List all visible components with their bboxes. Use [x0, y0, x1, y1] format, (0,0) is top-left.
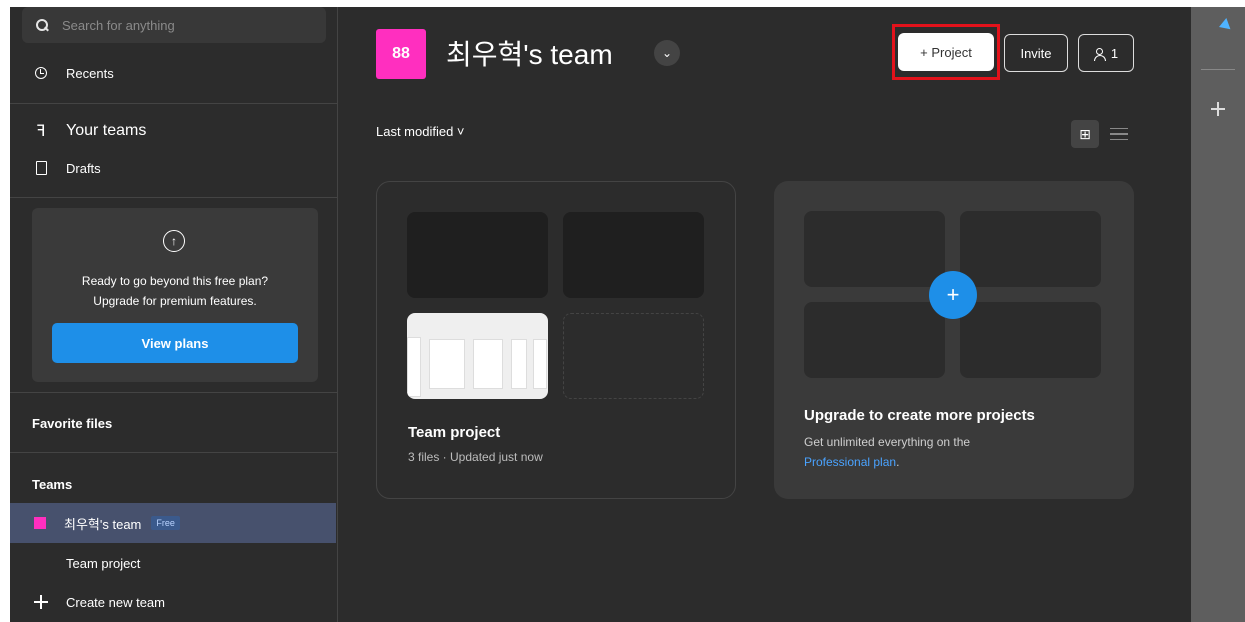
plus-icon — [34, 595, 48, 609]
sidebar-item-your-teams[interactable]: ꟻ Your teams — [32, 119, 146, 143]
file-thumbnail — [563, 212, 704, 298]
sidebar-item-team-project[interactable]: Team project — [66, 551, 140, 575]
project-meta: 3 files · Updated just now — [408, 450, 543, 464]
page-title: 최우혁's team — [446, 39, 613, 70]
divider — [10, 197, 338, 198]
clock-icon — [35, 67, 47, 79]
professional-plan-link[interactable]: Professional plan — [804, 455, 896, 469]
new-project-button[interactable]: + Project — [898, 33, 994, 71]
figma-icon: ꟻ — [36, 123, 46, 140]
team-color-swatch — [34, 517, 46, 529]
plan-badge: Free — [151, 516, 180, 530]
search-icon — [36, 19, 48, 31]
placeholder-tile — [804, 302, 945, 378]
placeholder-tile — [804, 211, 945, 287]
team-avatar: 88 — [376, 29, 426, 79]
upgrade-project-card[interactable]: + Upgrade to create more projects Get un… — [774, 181, 1134, 499]
upgrade-text: Ready to go beyond this free plan? Upgra… — [32, 271, 318, 311]
plus-icon[interactable] — [1211, 102, 1225, 116]
upgrade-card-line: Get unlimited everything on the — [804, 435, 971, 449]
upgrade-line-1: Ready to go beyond this free plan? — [81, 274, 269, 288]
view-plans-button[interactable]: View plans — [52, 323, 298, 363]
search-input[interactable] — [62, 17, 302, 33]
app-window: Recents ꟻ Your teams Drafts ↑ Ready to g… — [10, 7, 1245, 622]
members-count: 1 — [1110, 45, 1119, 61]
search-bar[interactable] — [22, 7, 326, 43]
person-icon — [1093, 47, 1106, 61]
sidebar-item-drafts[interactable]: Drafts — [32, 156, 101, 180]
empty-slot — [563, 313, 704, 399]
add-project-icon[interactable]: + — [929, 271, 977, 319]
favorite-files-heading[interactable]: Favorite files — [32, 416, 112, 431]
right-rail — [1191, 7, 1245, 622]
divider — [10, 103, 338, 104]
file-thumbnail — [407, 212, 548, 298]
sidebar-item-recents[interactable]: Recents — [32, 61, 114, 85]
placeholder-tile — [960, 302, 1101, 378]
sidebar-item-label: Drafts — [66, 160, 101, 176]
placeholder-tile — [960, 211, 1101, 287]
project-name: Team project — [408, 424, 501, 441]
sidebar-item-team[interactable]: 최우혁's team Free — [10, 503, 336, 543]
divider — [1201, 69, 1235, 70]
sidebar-item-label: Create new team — [66, 594, 165, 610]
arrow-up-circle-icon: ↑ — [163, 230, 185, 252]
teams-heading: Teams — [32, 477, 73, 492]
file-thumbnail-preview — [407, 313, 548, 399]
sidebar-item-create-team[interactable]: Create new team — [32, 590, 165, 614]
project-card[interactable]: Team project 3 files · Updated just now — [376, 181, 736, 499]
upgrade-line-2: Upgrade for premium features. — [93, 294, 257, 308]
send-icon[interactable] — [1207, 17, 1231, 37]
upgrade-card: ↑ Ready to go beyond this free plan? Upg… — [32, 208, 318, 382]
chevron-down-icon[interactable]: ⌄ — [654, 40, 680, 66]
sort-dropdown[interactable]: Last modified ˅ — [376, 124, 465, 139]
sidebar-item-label: Team project — [66, 555, 141, 571]
main-content: 88 최우혁's team ⌄ + Project Invite 1 Last … — [338, 7, 1191, 622]
sidebar-item-label: Your teams — [66, 122, 147, 139]
upgrade-card-text: Get unlimited everything on the Professi… — [804, 432, 970, 472]
sidebar-item-label: Recents — [66, 65, 114, 81]
document-icon — [35, 161, 47, 175]
divider — [10, 392, 338, 393]
list-view-icon[interactable] — [1110, 120, 1132, 148]
members-button[interactable]: 1 — [1078, 34, 1134, 72]
invite-button[interactable]: Invite — [1004, 34, 1068, 72]
upgrade-card-title: Upgrade to create more projects — [804, 407, 1035, 424]
period: . — [896, 455, 900, 469]
grid-view-icon[interactable]: ⊞ — [1071, 120, 1099, 148]
divider — [10, 452, 338, 453]
team-name: 최우혁's team — [64, 516, 142, 532]
sidebar: Recents ꟻ Your teams Drafts ↑ Ready to g… — [10, 7, 338, 622]
